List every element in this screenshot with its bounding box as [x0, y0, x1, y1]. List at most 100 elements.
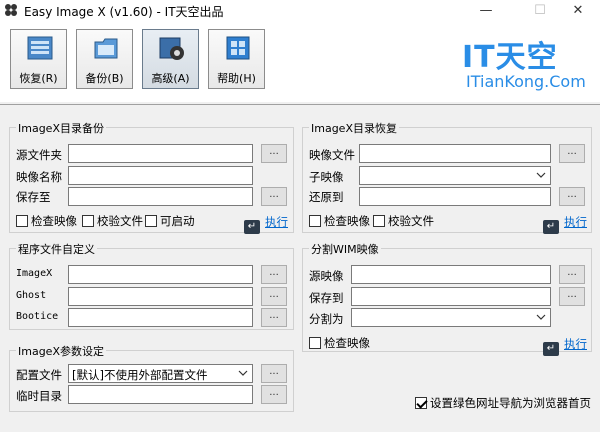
checkbox-box — [16, 215, 28, 227]
restore-check-image-checkbox[interactable]: 检查映像 — [309, 213, 370, 229]
help-icon — [226, 36, 250, 60]
params-group-title: ImageX参数设定 — [16, 343, 106, 359]
temp-dir-browse-button[interactable]: ... — [261, 385, 287, 404]
advanced-button[interactable]: 高级(A) — [142, 29, 199, 89]
ghost-browse-button[interactable]: ... — [261, 287, 287, 306]
split-source-browse-button[interactable]: ... — [559, 265, 585, 284]
bootice-path-input[interactable] — [68, 308, 253, 327]
imagex-path-input[interactable] — [68, 265, 253, 284]
backup-check-image-checkbox[interactable]: 检查映像 — [16, 213, 77, 229]
restore-verify-files-checkbox[interactable]: 校验文件 — [373, 213, 434, 229]
ghost-label: Ghost — [16, 290, 47, 301]
image-file-input[interactable] — [359, 144, 551, 163]
homepage-option-label: 设置绿色网址导航为浏览器首页 — [430, 396, 591, 410]
header-separator — [0, 104, 600, 105]
logo-sub-text: ITianKong.Com — [466, 72, 586, 91]
backup-group: ImageX目录备份 源文件夹 ... 映像名称 保存至 ... 检查映像 校验… — [9, 120, 294, 234]
split-save-input[interactable] — [351, 287, 551, 306]
restore-button[interactable]: 恢复(R) — [10, 29, 67, 89]
imagex-browse-button[interactable]: ... — [261, 265, 287, 284]
split-save-browse-button[interactable]: ... — [559, 287, 585, 306]
restore-icon — [27, 36, 53, 60]
image-name-label: 映像名称 — [16, 170, 62, 184]
enter-icon: ↵ — [244, 220, 260, 234]
window-title: Easy Image X (v1.60) - IT天空出品 — [24, 5, 224, 19]
brand-logo: IT天空 ITianKong.Com — [462, 32, 592, 94]
subimage-label: 子映像 — [309, 170, 344, 184]
minimize-button[interactable]: — — [464, 0, 508, 22]
config-file-select[interactable]: [默认]不使用外部配置文件 — [68, 364, 253, 383]
bootice-browse-button[interactable]: ... — [261, 308, 287, 327]
checkbox-box — [82, 215, 94, 227]
restore-label: 恢复(R) — [19, 72, 58, 85]
split-check-image-checkbox[interactable]: 检查映像 — [309, 335, 370, 351]
homepage-checkbox[interactable]: 设置绿色网址导航为浏览器首页 — [415, 395, 591, 411]
backup-label: 备份(B) — [85, 72, 124, 85]
restore-execute-link[interactable]: 执行 — [564, 215, 587, 229]
split-into-select[interactable] — [351, 308, 551, 327]
backup-execute[interactable]: ↵ 执行 — [244, 214, 288, 234]
checkbox-box — [415, 397, 427, 409]
save-to-browse-button[interactable]: ... — [261, 187, 287, 206]
restore-verify-files-label: 校验文件 — [388, 214, 434, 228]
split-wim-group: 分割WIM映像 源映像 ... 保存到 ... 分割为 检查映像 ↵ 执行 — [302, 241, 592, 356]
app-icon — [5, 4, 17, 16]
ghost-path-input[interactable] — [68, 287, 253, 306]
bootable-checkbox[interactable]: 可启动 — [145, 213, 195, 229]
temp-dir-label: 临时目录 — [16, 389, 62, 403]
imagex-label: ImageX — [16, 268, 53, 279]
bootice-label: Bootice — [16, 311, 59, 322]
restore-check-image-label: 检查映像 — [324, 214, 370, 228]
chevron-down-icon — [536, 314, 546, 320]
backup-check-image-label: 检查映像 — [31, 214, 77, 228]
title-bar: Easy Image X (v1.60) - IT天空出品 — ☐ ✕ — [0, 0, 600, 22]
split-into-label: 分割为 — [309, 312, 344, 326]
save-to-input[interactable] — [68, 187, 253, 206]
help-button[interactable]: 帮助(H) — [208, 29, 265, 89]
config-file-browse-button[interactable]: ... — [261, 364, 287, 383]
enter-icon: ↵ — [543, 220, 559, 234]
split-group-title: 分割WIM映像 — [309, 241, 381, 257]
split-execute-link[interactable]: 执行 — [564, 337, 587, 351]
split-check-image-label: 检查映像 — [324, 336, 370, 350]
split-source-label: 源映像 — [309, 269, 344, 283]
image-file-browse-button[interactable]: ... — [559, 144, 585, 163]
custom-program-group: 程序文件自定义 ImageX ... Ghost ... Bootice ... — [9, 241, 294, 330]
restore-execute[interactable]: ↵ 执行 — [543, 214, 587, 234]
advanced-label: 高级(A) — [151, 72, 190, 85]
backup-icon — [94, 38, 118, 59]
temp-dir-input[interactable] — [68, 385, 253, 404]
bootable-label: 可启动 — [160, 214, 195, 228]
split-save-label: 保存到 — [309, 291, 344, 305]
backup-button[interactable]: 备份(B) — [76, 29, 133, 89]
backup-verify-files-checkbox[interactable]: 校验文件 — [82, 213, 143, 229]
backup-verify-files-label: 校验文件 — [97, 214, 143, 228]
source-folder-browse-button[interactable]: ... — [261, 144, 287, 163]
config-file-label: 配置文件 — [16, 368, 62, 382]
checkbox-box — [373, 215, 385, 227]
enter-icon: ↵ — [543, 342, 559, 356]
save-to-label: 保存至 — [16, 190, 51, 204]
backup-group-title: ImageX目录备份 — [16, 120, 106, 136]
logo-main-text: IT天空 — [462, 40, 558, 75]
image-file-label: 映像文件 — [309, 148, 355, 162]
custom-group-title: 程序文件自定义 — [16, 241, 97, 257]
image-name-input[interactable] — [68, 166, 253, 185]
checkbox-box — [145, 215, 157, 227]
close-button[interactable]: ✕ — [556, 0, 600, 22]
source-folder-input[interactable] — [68, 144, 253, 163]
source-folder-label: 源文件夹 — [16, 148, 62, 162]
split-execute[interactable]: ↵ 执行 — [543, 336, 587, 356]
chevron-down-icon — [238, 370, 248, 376]
restore-group-title: ImageX目录恢复 — [309, 120, 399, 136]
gear-icon — [159, 37, 184, 60]
config-file-value: [默认]不使用外部配置文件 — [72, 368, 208, 382]
restore-group: ImageX目录恢复 映像文件 ... 子映像 还原到 ... 检查映像 校验文… — [302, 120, 592, 234]
help-label: 帮助(H) — [217, 72, 256, 85]
restore-to-browse-button[interactable]: ... — [559, 187, 585, 206]
split-source-input[interactable] — [351, 265, 551, 284]
checkbox-box — [309, 215, 321, 227]
restore-to-input[interactable] — [359, 187, 551, 206]
backup-execute-link[interactable]: 执行 — [265, 215, 288, 229]
subimage-select[interactable] — [359, 166, 551, 185]
